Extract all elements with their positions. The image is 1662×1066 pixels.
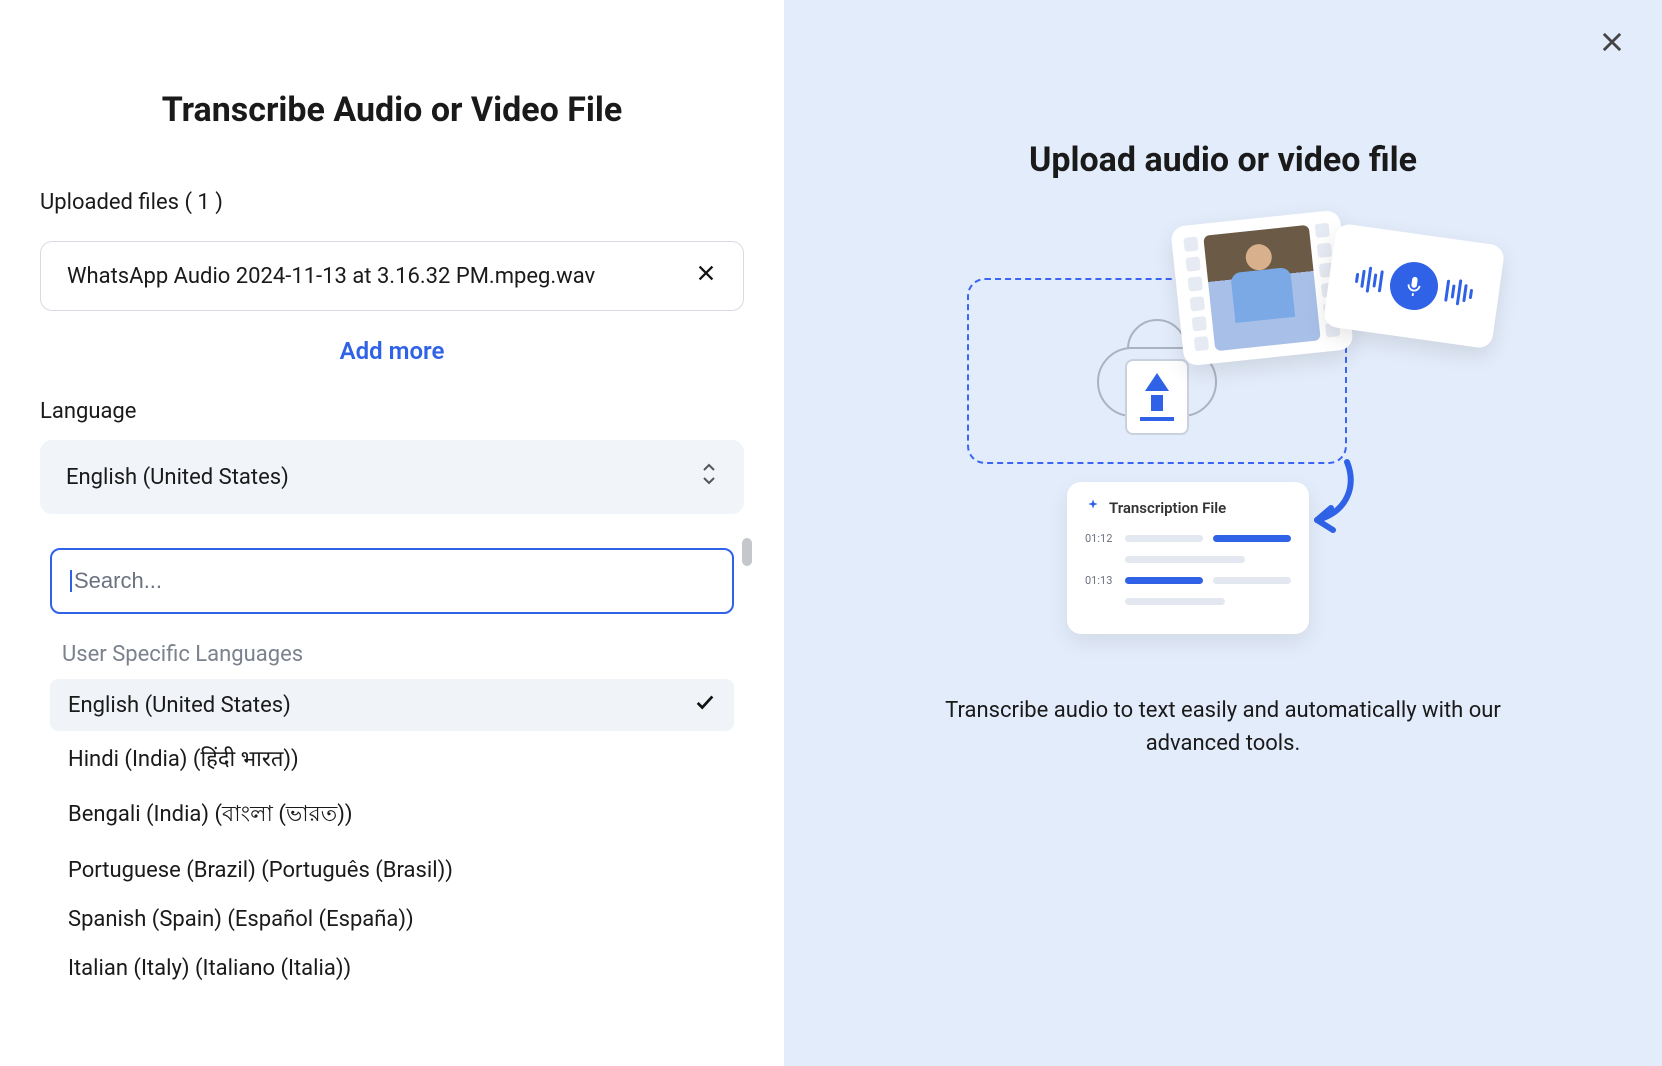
transcription-card-title: Transcription File	[1109, 499, 1226, 517]
language-search-input[interactable]	[74, 568, 714, 594]
video-thumbnail-card	[1170, 209, 1354, 366]
language-option[interactable]: Hindi (India) (हिंदी भारत))	[50, 731, 734, 785]
sparkle-icon	[1085, 498, 1101, 518]
language-select[interactable]: English (United States)	[40, 440, 744, 514]
language-option[interactable]: Italian (Italy) (Italiano (Italia))	[50, 944, 734, 993]
uploaded-files-label: Uploaded files ( 1 )	[40, 190, 744, 215]
upload-arrow-icon	[1125, 359, 1189, 435]
language-option-label: English (United States)	[68, 693, 291, 718]
timestamp: 01:13	[1085, 574, 1115, 587]
add-more-link[interactable]: Add more	[40, 337, 744, 365]
microphone-icon	[1387, 259, 1441, 313]
uploaded-file-chip: WhatsApp Audio 2024-11-13 at 3.16.32 PM.…	[40, 241, 744, 311]
section-header: User Specific Languages	[50, 632, 734, 679]
language-select-value: English (United States)	[66, 465, 289, 490]
caret-sort-icon	[700, 462, 718, 492]
language-option-label: Italian (Italy) (Italiano (Italia))	[68, 956, 351, 981]
timestamp: 01:12	[1085, 532, 1115, 545]
language-dropdown: User Specific Languages English (United …	[40, 534, 744, 993]
language-option-label: Hindi (India) (हिंदी भारत))	[68, 743, 299, 773]
waveform-left	[1354, 265, 1384, 295]
language-option-label: Spanish (Spain) (Español (España))	[68, 907, 414, 932]
page-title: Transcribe Audio or Video File	[40, 90, 744, 130]
close-icon[interactable]	[1598, 28, 1626, 60]
check-icon	[694, 691, 716, 719]
upload-illustration: Transcription File 01:12 -- 01:13 --	[943, 218, 1503, 658]
remove-file-icon[interactable]	[695, 262, 717, 290]
text-cursor	[70, 570, 72, 592]
waveform-right	[1444, 278, 1474, 308]
language-option[interactable]: Spanish (Spain) (Español (España))	[50, 895, 734, 944]
language-option-label: Bengali (India) (বাংলা (ভারত))	[68, 797, 353, 834]
scrollbar-thumb[interactable]	[742, 538, 752, 566]
language-option[interactable]: Bengali (India) (বাংলা (ভারত))	[50, 785, 734, 846]
language-option[interactable]: English (United States)	[50, 679, 734, 731]
upload-description: Transcribe audio to text easily and auto…	[943, 694, 1503, 760]
language-option[interactable]: Portuguese (Brazil) (Português (Brasil))	[50, 846, 734, 895]
upload-title: Upload audio or video file	[1029, 140, 1417, 180]
uploaded-file-name: WhatsApp Audio 2024-11-13 at 3.16.32 PM.…	[67, 264, 595, 289]
language-option-label: Portuguese (Brazil) (Português (Brasil))	[68, 858, 453, 883]
language-label: Language	[40, 399, 744, 424]
language-search-box[interactable]	[50, 548, 734, 614]
transcription-card: Transcription File 01:12 -- 01:13 --	[1067, 482, 1309, 634]
